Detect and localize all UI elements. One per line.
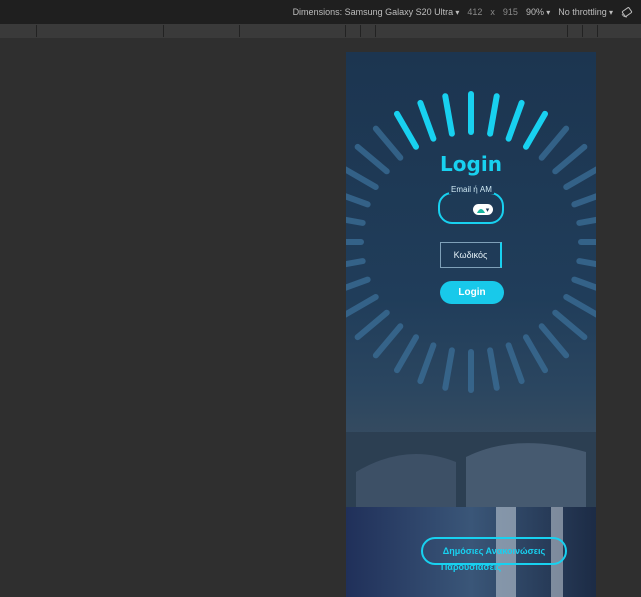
autofill-badge-icon[interactable]: ▾ <box>473 204 493 215</box>
spinner-segment <box>563 294 596 318</box>
login-button[interactable]: Login <box>440 281 504 304</box>
spinner-segment <box>571 276 596 291</box>
zoom-dropdown[interactable]: 90% <box>526 7 550 17</box>
device-dropdown[interactable]: Dimensions: Samsung Galaxy S20 Ultra <box>293 7 460 17</box>
spinner-segment <box>487 93 500 137</box>
ruler-tick <box>582 25 583 37</box>
ruler-tick <box>375 25 376 37</box>
spinner-segment <box>505 99 525 142</box>
spinner-segment <box>372 323 404 359</box>
ruler-tick <box>345 25 346 37</box>
width-field[interactable]: 412 <box>467 7 482 17</box>
spinner-segment <box>417 342 437 385</box>
spinner-segment <box>394 110 419 150</box>
ruler-tick <box>163 25 164 37</box>
spinner-segment <box>576 258 596 268</box>
spinner-segment <box>523 110 548 150</box>
email-field-label: Email ή AM <box>449 185 494 194</box>
ruler-tick <box>597 25 598 37</box>
password-field[interactable]: Κωδικός <box>440 242 502 268</box>
rotate-icon[interactable] <box>621 6 633 18</box>
spinner-segment <box>538 323 570 359</box>
spinner-segment <box>552 309 588 341</box>
spinner-segment <box>487 347 500 391</box>
presentations-link[interactable]: Παρουσιάσεις <box>346 562 596 572</box>
dimension-separator: x <box>490 7 495 17</box>
spinner-segment <box>571 193 596 208</box>
spinner-segment <box>442 347 455 391</box>
height-field[interactable]: 915 <box>503 7 518 17</box>
media-query-ruler <box>0 24 641 39</box>
spinner-segment <box>346 193 371 208</box>
spinner-segment <box>346 276 371 291</box>
spinner-segment <box>394 334 419 374</box>
ruler-tick <box>36 25 37 37</box>
announcements-button[interactable]: Δημόσιες Ανακοινώσεις <box>421 537 567 565</box>
ruler-tick <box>567 25 568 37</box>
spinner-segment <box>505 342 525 385</box>
spinner-segment <box>417 99 437 142</box>
email-field[interactable]: Email ή AM ▾ <box>438 185 504 224</box>
ruler-tick <box>360 25 361 37</box>
devtools-toolbar: Dimensions: Samsung Galaxy S20 Ultra 412… <box>0 0 641 24</box>
throttling-dropdown[interactable]: No throttling <box>558 7 613 17</box>
books-background-image <box>346 432 596 597</box>
spinner-segment <box>346 294 379 318</box>
spinner-segment <box>354 309 390 341</box>
spinner-segment <box>523 334 548 374</box>
spinner-segment <box>442 93 455 137</box>
ruler-tick <box>239 25 240 37</box>
login-title: Login <box>440 152 502 176</box>
spinner-segment <box>346 216 366 226</box>
spinner-segment <box>346 258 366 268</box>
phone-screen: Login Email ή AM ▾ Κωδικός Login Δημόσιε… <box>346 52 596 597</box>
spinner-segment <box>576 216 596 226</box>
